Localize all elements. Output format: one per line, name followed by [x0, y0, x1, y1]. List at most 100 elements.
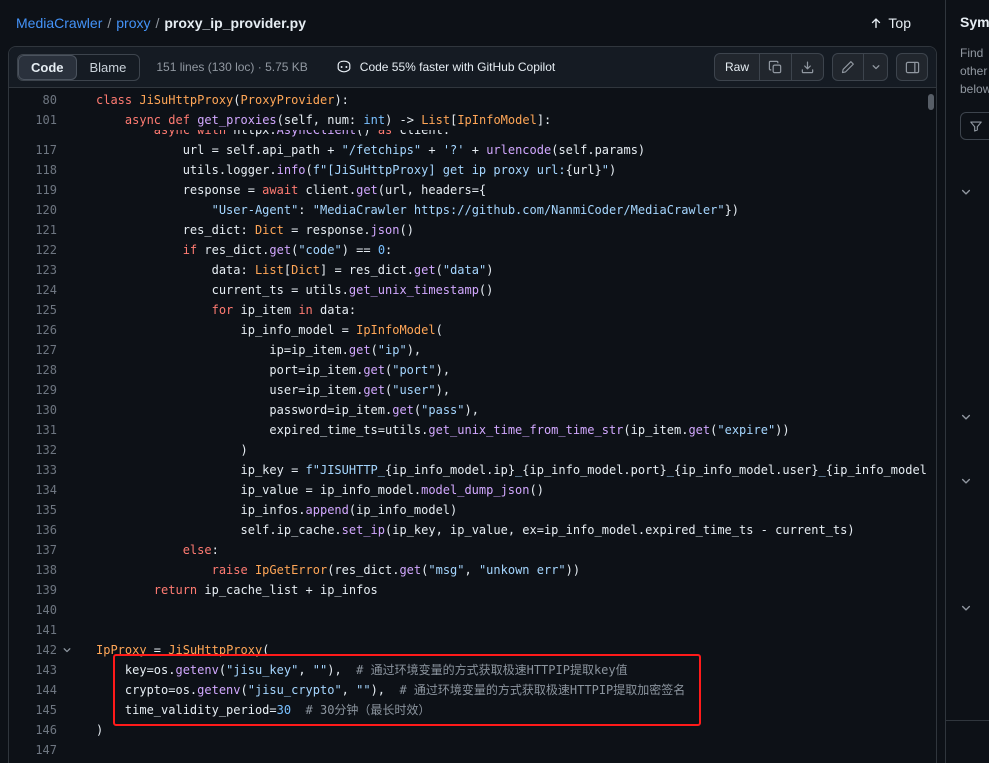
file-meta: 151 lines (130 loc) · 5.75 KB	[156, 60, 307, 74]
line-number[interactable]: 121	[9, 220, 57, 240]
fold-spacer	[57, 180, 77, 200]
line-number[interactable]: 128	[9, 360, 57, 380]
code-row: 146)	[9, 720, 936, 740]
code-row: 130 password=ip_item.get("pass"),	[9, 400, 936, 420]
symbols-panel-icon	[905, 60, 920, 75]
line-number[interactable]: 133	[9, 460, 57, 480]
line-number[interactable]: 119	[9, 180, 57, 200]
line-number[interactable]: 117	[9, 140, 57, 160]
fold-spacer	[57, 420, 77, 440]
scroll-to-top-button[interactable]: Top	[863, 14, 917, 32]
fold-spacer	[57, 720, 77, 740]
code-line-text: raise IpGetError(res_dict.get("msg", "un…	[96, 560, 580, 580]
code-row: 120 "User-Agent": "MediaCrawler https://…	[9, 200, 936, 220]
code-line-text: data: List[Dict] = res_dict.get("data")	[96, 260, 493, 280]
line-number[interactable]: 141	[9, 620, 57, 640]
line-number[interactable]: 120	[9, 200, 57, 220]
line-number[interactable]: 132	[9, 440, 57, 460]
line-number[interactable]: 135	[9, 500, 57, 520]
symbols-panel: Symbols Find other below	[945, 0, 989, 763]
symbols-filter-box[interactable]	[960, 112, 989, 140]
fold-spacer	[57, 620, 77, 640]
code-line-text: current_ts = utils.get_unix_timestamp()	[96, 280, 493, 300]
tab-blame[interactable]: Blame	[77, 55, 140, 80]
fold-spacer	[57, 160, 77, 180]
line-number[interactable]: 136	[9, 520, 57, 540]
line-number[interactable]: 129	[9, 380, 57, 400]
tab-code[interactable]: Code	[18, 55, 77, 80]
line-number[interactable]: 137	[9, 540, 57, 560]
line-number[interactable]: 101	[9, 110, 57, 130]
github-file-page: MediaCrawler/proxy/proxy_ip_provider.py …	[0, 0, 989, 763]
code-row: 138 raise IpGetError(res_dict.get("msg",…	[9, 560, 936, 580]
line-number[interactable]: 139	[9, 580, 57, 600]
fold-spacer	[57, 700, 77, 720]
chevron-down-icon[interactable]	[960, 475, 972, 487]
line-number[interactable]: 147	[9, 740, 57, 760]
line-number[interactable]: 125	[9, 300, 57, 320]
edit-button[interactable]	[832, 53, 864, 81]
line-number[interactable]: 124	[9, 280, 57, 300]
line-number[interactable]: 143	[9, 660, 57, 680]
line-number[interactable]: 145	[9, 700, 57, 720]
edit-button-group	[832, 53, 888, 81]
line-number[interactable]: 122	[9, 240, 57, 260]
code-row: 132 )	[9, 440, 936, 460]
chevron-down-icon[interactable]	[960, 602, 972, 614]
download-button[interactable]	[792, 53, 824, 81]
description-line: below	[960, 80, 989, 98]
code-row: 124 current_ts = utils.get_unix_timestam…	[9, 280, 936, 300]
line-number[interactable]: 142	[9, 640, 57, 660]
code-line-text: async def get_proxies(self, num: int) ->…	[96, 110, 551, 130]
copilot-icon	[336, 59, 352, 75]
code-line-text: class JiSuHttpProxy(ProxyProvider):	[96, 90, 349, 110]
fold-spacer	[57, 680, 77, 700]
code-row: 121 res_dict: Dict = response.json()	[9, 220, 936, 240]
line-number[interactable]: 146	[9, 720, 57, 740]
breadcrumb-separator: /	[155, 15, 159, 31]
code-row: 123 data: List[Dict] = res_dict.get("dat…	[9, 260, 936, 280]
line-number[interactable]: 134	[9, 480, 57, 500]
copy-button[interactable]	[760, 53, 792, 81]
code-container: Code Blame 151 lines (130 loc) · 5.75 KB…	[8, 46, 937, 763]
line-number[interactable]: 144	[9, 680, 57, 700]
chevron-down-icon[interactable]	[960, 411, 972, 423]
chevron-down-icon	[871, 62, 881, 72]
line-number[interactable]: 123	[9, 260, 57, 280]
code-row: 143 key=os.getenv("jisu_key", ""), # 通过环…	[9, 660, 936, 680]
code-line-text: url = self.api_path + "/fetchips" + '?' …	[96, 140, 645, 160]
line-number[interactable]: 138	[9, 560, 57, 580]
description-line: other	[960, 62, 989, 80]
partially-scrolled-line: async with httpx.AsyncClient() as client…	[9, 130, 936, 140]
code-line-text: ip_infos.append(ip_info_model)	[96, 500, 457, 520]
fold-spacer	[57, 360, 77, 380]
chevron-down-icon[interactable]	[960, 186, 972, 198]
line-number[interactable]: 127	[9, 340, 57, 360]
line-number[interactable]: 118	[9, 160, 57, 180]
breadcrumb-repo-link[interactable]: MediaCrawler	[16, 15, 102, 31]
code-line-text: response = await client.get(url, headers…	[96, 180, 486, 200]
edit-dropdown-button[interactable]	[864, 53, 888, 81]
filter-funnel-icon	[969, 119, 983, 133]
code-row: 147	[9, 740, 936, 760]
line-number[interactable]: 80	[9, 90, 57, 110]
scrollbar-thumb[interactable]	[928, 94, 934, 110]
fold-spacer	[57, 220, 77, 240]
code-line-text: ip_key = f"JISUHTTP_{ip_info_model.ip}_{…	[96, 460, 927, 480]
fold-spacer	[57, 520, 77, 540]
collapse-chevron-icon[interactable]	[57, 640, 77, 660]
fold-spacer	[57, 440, 77, 460]
fold-spacer	[57, 560, 77, 580]
code-row: 142IpProxy = JiSuHttpProxy(	[9, 640, 936, 660]
fold-spacer	[57, 340, 77, 360]
raw-button[interactable]: Raw	[714, 53, 760, 81]
line-number[interactable]: 126	[9, 320, 57, 340]
line-number[interactable]: 140	[9, 600, 57, 620]
symbols-panel-toggle-button[interactable]	[896, 53, 928, 81]
line-number[interactable]: 130	[9, 400, 57, 420]
breadcrumb-folder-link[interactable]: proxy	[116, 15, 150, 31]
breadcrumb: MediaCrawler/proxy/proxy_ip_provider.py	[16, 15, 306, 31]
line-number[interactable]: 131	[9, 420, 57, 440]
breadcrumb-separator: /	[107, 15, 111, 31]
fold-spacer	[57, 300, 77, 320]
